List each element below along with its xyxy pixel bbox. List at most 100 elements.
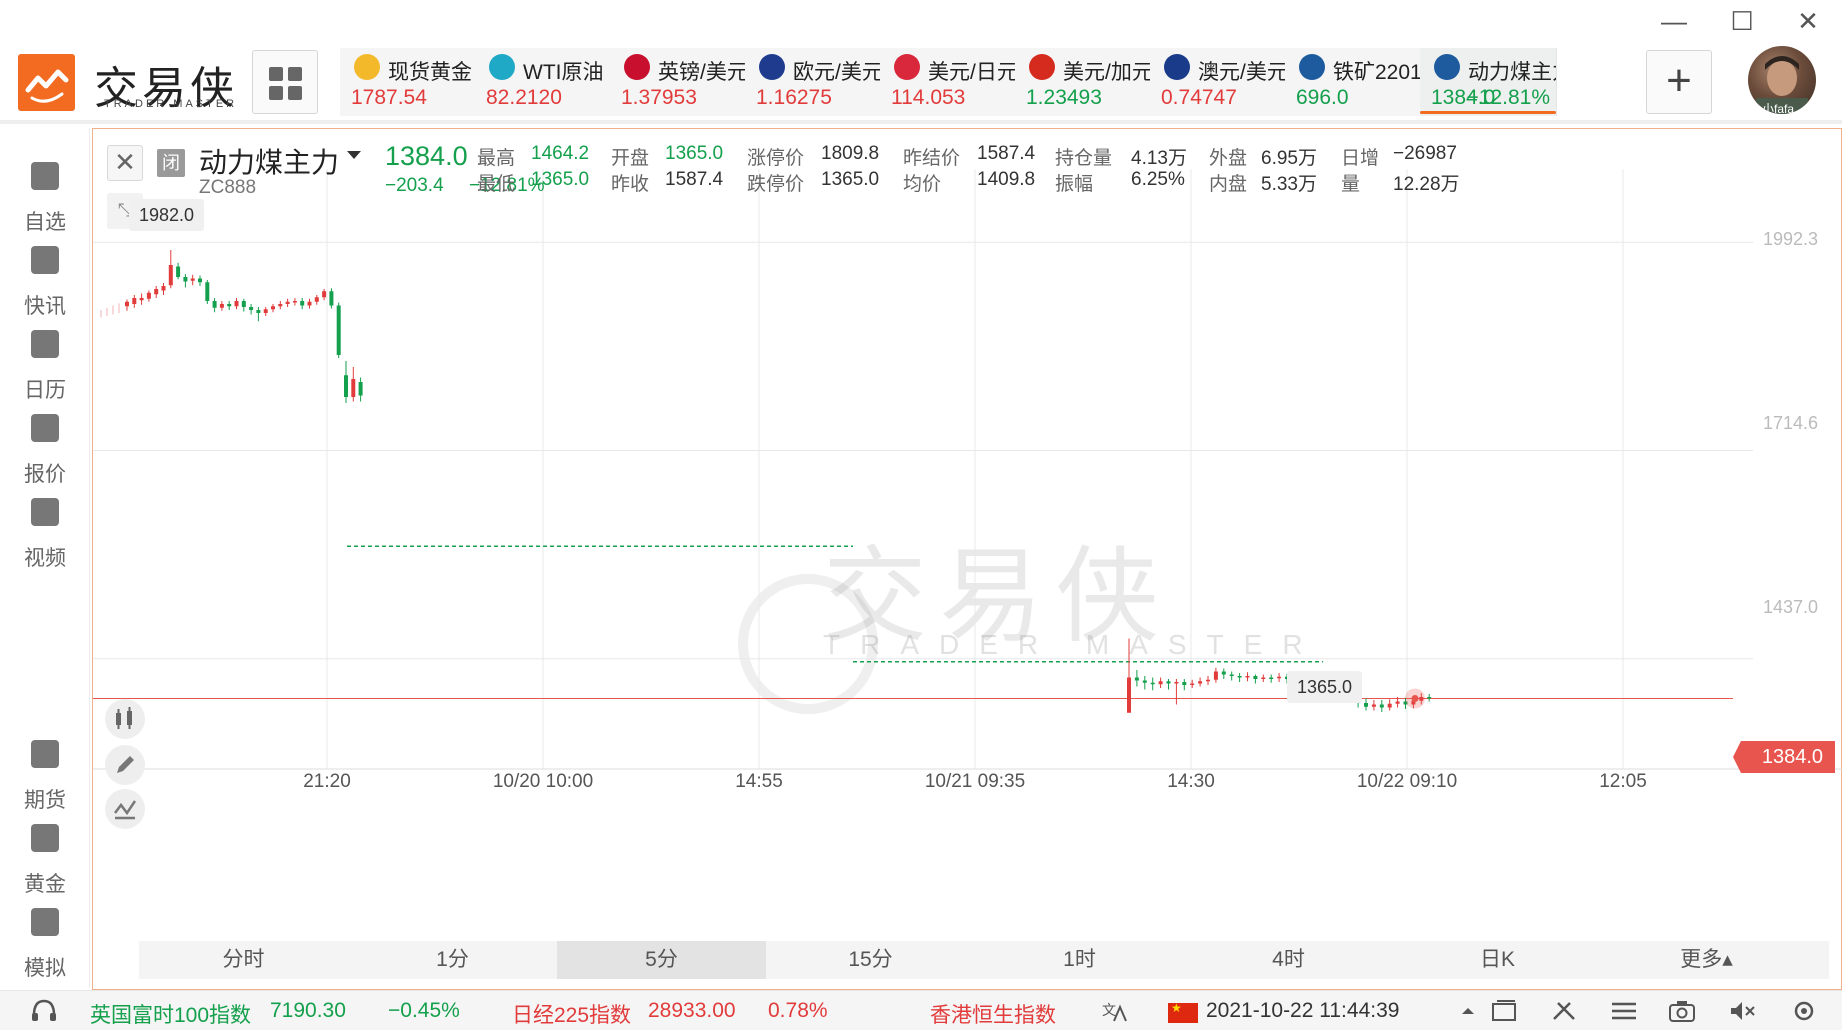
indicator-icon[interactable] [105,789,145,829]
quote-tab-name: WTI原油 [523,61,604,84]
sidebar-item-video-play[interactable]: 视频 [0,482,90,570]
candle [139,298,144,301]
candle [183,277,188,282]
close-chart-button[interactable]: ✕ [107,145,143,181]
sidebar-item-bookmark[interactable]: 自选 [0,146,90,234]
period-tab[interactable]: 分时 [139,941,348,979]
camera-icon[interactable] [1668,999,1696,1023]
sidebar-item-news[interactable]: 快讯 [0,230,90,318]
quote-tab-price: 1.16275 [756,86,832,109]
quote-tab[interactable]: 欧元/美元 1.16275 [745,48,882,116]
ticker-value: 28933.00 [648,999,736,1022]
price-chart[interactable] [93,129,1842,989]
quote-tab[interactable]: 美元/加元 1.23493 [1015,48,1152,116]
sidebar-item-calendar[interactable]: 日历 [0,314,90,402]
period-tab[interactable]: 1分 [348,941,557,979]
period-tab[interactable]: 15分 [766,941,975,979]
quote-tab-name: 澳元/美元 [1198,61,1286,84]
app-grid-button[interactable] [252,50,318,114]
sidebar-item-label: 视频 [24,547,66,570]
symbol-name[interactable]: 动力煤主力 [199,141,339,181]
x-tick-label: 21:20 [303,771,351,792]
quote-tab-name: 美元/日元 [928,61,1016,84]
quote-tab[interactable]: 澳元/美元 0.74747 [1150,48,1287,116]
quote-tab-price: 1787.54 [351,86,427,109]
stat-value: 1365.0 [531,169,590,190]
close-window-button[interactable]: ✕ [1790,6,1826,37]
candle [227,304,232,307]
uk-us-flag-icon [624,54,650,80]
quote-tab[interactable]: 动力煤主力1384.0−12.81% [1420,48,1557,116]
y-tick-label: 1437.0 [1763,597,1819,617]
candle [329,291,334,306]
candle [300,301,305,306]
chevron-up-icon[interactable] [1454,999,1482,1023]
quote-tab[interactable]: 现货黄金 1787.54 [340,48,477,116]
mute-icon[interactable] [1728,999,1756,1023]
candle [1371,704,1376,707]
quote-tab-price: 0.74747 [1161,86,1237,109]
candle [1364,703,1368,707]
candle [212,301,217,308]
simulate-icon [31,908,59,936]
chevron-down-icon[interactable] [347,151,361,159]
window-icon[interactable] [1490,999,1518,1023]
stat-value: 1587.4 [665,169,724,190]
add-tab-button[interactable]: + [1646,50,1712,114]
futures-icon [1434,54,1460,80]
user-name: 小fafa [1762,102,1795,116]
candle [1182,682,1187,685]
translate-icon[interactable]: 文 [1100,999,1128,1023]
sidebar-item-futures-badge[interactable]: 期货 [0,724,90,812]
quote-tab[interactable]: 美元/日元 114.053 [880,48,1017,116]
candle [344,375,348,397]
maximize-button[interactable]: ☐ [1724,6,1760,37]
stat-value: 1587.4 [977,143,1036,164]
quote-tab[interactable]: 铁矿2201 696.0 [1285,48,1422,116]
stat-label: 振幅 [1055,174,1094,195]
period-tab[interactable]: 日K [1393,941,1602,979]
quote-tab-price: 1.23493 [1026,86,1102,109]
stat-label: 日增 [1341,148,1380,169]
period-selector: 分时 1分 5分 15分 1时 4时 日K 更多▴ [139,941,1829,979]
stat-label: 昨结价 [903,148,961,169]
candles-icon[interactable] [105,699,145,739]
ticker-name[interactable]: 英国富时100指数 [90,999,251,1029]
x-tick-label: 12:05 [1599,771,1647,792]
sge-icon [31,824,59,852]
minimize-button[interactable]: — [1656,6,1692,37]
quote-tab-price: 82.2120 [486,86,562,109]
current-price-tag: 1384.0 [1733,741,1835,773]
candle [256,310,261,313]
period-tab[interactable]: 5分 [557,941,766,979]
settings-icon[interactable] [1790,999,1818,1023]
stat-value: 12.28万 [1393,174,1460,195]
quote-tab[interactable]: WTI原油 82.2120 [475,48,612,116]
svg-text:文: 文 [1102,1003,1116,1019]
sidebar-item-sge[interactable]: 黄金 [0,808,90,896]
candle [351,379,356,397]
x-tick-label: 14:55 [735,771,783,792]
stat-value: 4.13万 [1131,148,1187,169]
us-jp-flag-icon [894,54,920,80]
period-tab[interactable]: 4时 [1184,941,1393,979]
pencil-icon[interactable] [105,745,145,785]
x-tick-label: 10/21 09:35 [924,771,1026,792]
menu-icon[interactable] [1610,999,1638,1023]
tools-icon[interactable] [1550,999,1578,1023]
quote-tab[interactable]: 英镑/美元 1.37953 [610,48,747,116]
candle [292,301,297,303]
stat-label: 外盘 [1209,148,1248,169]
ticker-name[interactable]: 香港恒生指数 [930,999,1056,1029]
ticker-name[interactable]: 日经225指数 [512,999,631,1029]
sidebar-item-quote-chart[interactable]: 报价 [0,398,90,486]
period-tab[interactable]: 1时 [975,941,1184,979]
candle [1142,680,1147,683]
stat-value: 6.95万 [1261,148,1317,169]
market-status-badge: 闭 [157,149,185,177]
headset-icon[interactable] [30,999,58,1023]
eu-us-flag-icon [759,54,785,80]
sidebar-item-simulate[interactable]: 模拟 [0,892,90,980]
logo-icon [18,54,75,111]
period-tab[interactable]: 更多▴ [1602,941,1811,979]
